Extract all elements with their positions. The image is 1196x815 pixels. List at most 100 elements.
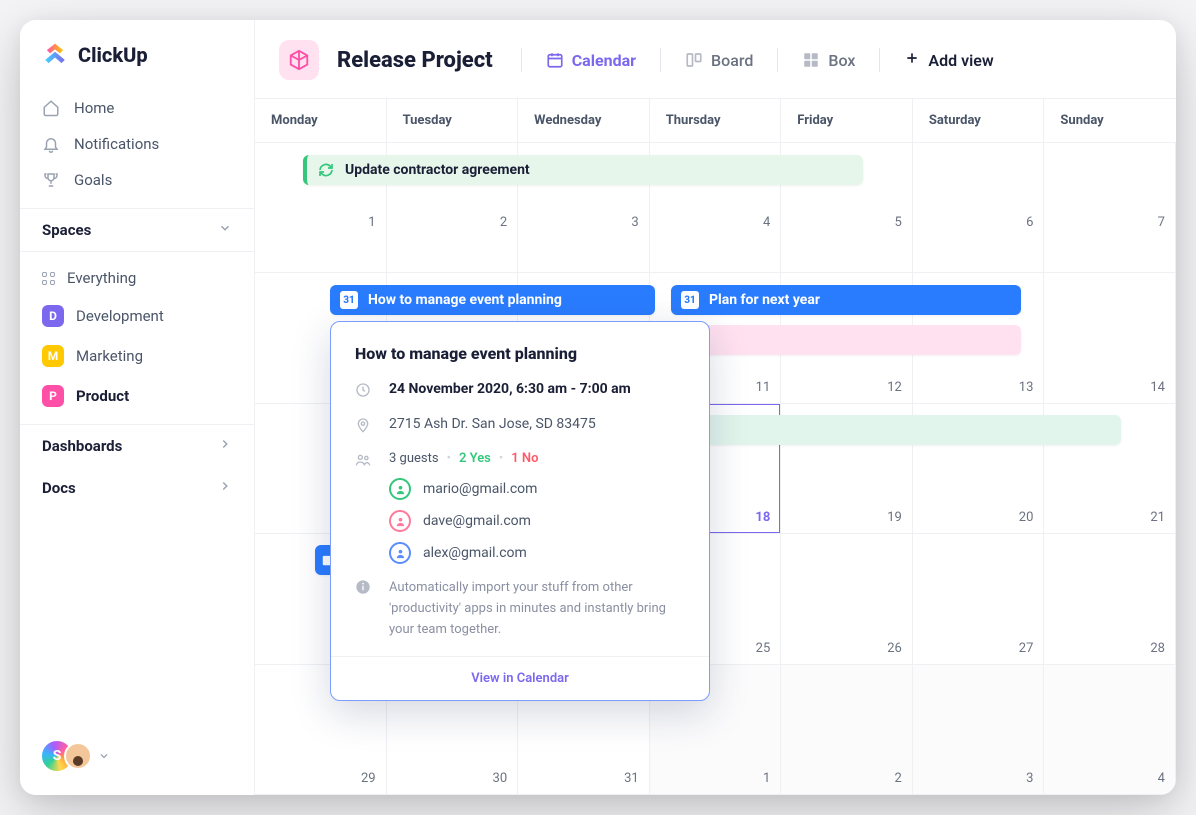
- day-number: 7: [1158, 215, 1165, 230]
- space-label: Development: [76, 307, 164, 325]
- space-label: Product: [76, 387, 129, 405]
- view-tab-label: Calendar: [572, 51, 636, 70]
- guest-email: alex@gmail.com: [423, 545, 527, 561]
- space-label: Marketing: [76, 347, 143, 365]
- guest-item[interactable]: mario@gmail.com: [389, 478, 685, 500]
- guest-email: mario@gmail.com: [423, 481, 537, 497]
- calendar-cell[interactable]: 7: [1044, 143, 1176, 273]
- guest-item[interactable]: alex@gmail.com: [389, 542, 685, 564]
- day-number: 28: [1150, 641, 1165, 656]
- day-number: 1: [763, 771, 770, 786]
- event-bar-pink[interactable]: [671, 325, 1021, 355]
- event-bar-event-planning[interactable]: 31 How to manage event planning: [330, 285, 655, 315]
- day-number: 18: [755, 510, 770, 525]
- guest-item[interactable]: dave@gmail.com: [389, 510, 685, 532]
- space-development[interactable]: D Development: [30, 296, 244, 336]
- avatar-icon: [389, 542, 411, 564]
- space-badge: D: [42, 305, 64, 327]
- nav-label: Goals: [74, 171, 112, 189]
- day-number: 26: [887, 641, 902, 656]
- event-title: Plan for next year: [709, 292, 820, 308]
- day-number: 14: [1150, 380, 1165, 395]
- calendar-cell[interactable]: 14: [1044, 273, 1176, 403]
- day-number: 29: [361, 771, 376, 786]
- dayname: Thursday: [650, 99, 782, 142]
- space-product[interactable]: P Product: [30, 376, 244, 416]
- event-bar-plan-next-year[interactable]: 31 Plan for next year: [671, 285, 1021, 315]
- calendar-cell[interactable]: 4: [1044, 665, 1176, 795]
- dayname: Wednesday: [518, 99, 650, 142]
- topbar: Release Project Calendar Board B: [255, 20, 1176, 98]
- day-number: 30: [493, 771, 508, 786]
- day-number: 21: [1150, 510, 1165, 525]
- space-everything[interactable]: Everything: [30, 260, 244, 296]
- day-number: 12: [887, 380, 902, 395]
- day-number: 31: [624, 771, 639, 786]
- view-tab-board[interactable]: Board: [679, 51, 759, 70]
- calendar-cell[interactable]: 2: [781, 665, 913, 795]
- dashboards-header[interactable]: Dashboards: [20, 424, 254, 467]
- view-tab-calendar[interactable]: Calendar: [540, 51, 642, 70]
- day-number: 4: [763, 215, 770, 230]
- day-number: 5: [895, 215, 902, 230]
- space-marketing[interactable]: M Marketing: [30, 336, 244, 376]
- dayname: Monday: [255, 99, 387, 142]
- docs-label: Docs: [42, 479, 76, 497]
- event-bar-update-contractor[interactable]: Update contractor agreement: [303, 155, 863, 185]
- board-icon: [685, 51, 703, 69]
- calendar-icon: [546, 51, 564, 69]
- spaces-header-label: Spaces: [42, 221, 91, 239]
- calendar-cell[interactable]: 6: [913, 143, 1045, 273]
- dayname: Tuesday: [387, 99, 519, 142]
- app-window: ClickUp Home Notifications Goals: [20, 20, 1176, 795]
- guests-meta: 3 guests • 2 Yes • 1 No: [389, 451, 538, 466]
- popover-location-row: 2715 Ash Dr. San Jose, SD 83475: [355, 416, 685, 437]
- view-tab-label: Box: [828, 51, 855, 70]
- brand-name: ClickUp: [78, 43, 148, 67]
- calendar-date-icon: 31: [340, 291, 358, 309]
- avatar-icon: [389, 510, 411, 532]
- bell-icon: [42, 135, 60, 153]
- dashboards-label: Dashboards: [42, 437, 122, 455]
- calendar-cell[interactable]: 27: [913, 534, 1045, 664]
- chevron-right-icon: [218, 479, 232, 497]
- main-panel: Release Project Calendar Board B: [255, 20, 1176, 795]
- logo[interactable]: ClickUp: [20, 20, 254, 86]
- calendar-cell[interactable]: 28: [1044, 534, 1176, 664]
- calendar-date-icon: 31: [681, 291, 699, 309]
- popover-guests-row: 3 guests • 2 Yes • 1 No: [355, 451, 685, 472]
- day-number: 6: [1026, 215, 1033, 230]
- nav-home[interactable]: Home: [30, 90, 244, 126]
- add-view-button[interactable]: Add view: [904, 50, 993, 70]
- nav-label: Home: [74, 99, 114, 117]
- day-number: 2: [895, 771, 902, 786]
- guests-no: 1 No: [511, 451, 538, 466]
- space-label: Everything: [67, 269, 136, 287]
- home-icon: [42, 99, 60, 117]
- docs-header[interactable]: Docs: [20, 467, 254, 509]
- chevron-right-icon: [218, 437, 232, 455]
- calendar-header: Monday Tuesday Wednesday Thursday Friday…: [255, 98, 1176, 143]
- calendar-cell[interactable]: 26: [781, 534, 913, 664]
- calendar-grid[interactable]: 1234567891011121314151617181920212223242…: [255, 143, 1176, 795]
- spaces-header[interactable]: Spaces: [20, 208, 254, 252]
- view-tab-label: Board: [711, 51, 753, 70]
- view-tab-box[interactable]: Box: [796, 51, 861, 70]
- popover-description: Automatically import your stuff from oth…: [389, 578, 685, 640]
- user-avatars[interactable]: S: [40, 739, 92, 773]
- chevron-down-icon[interactable]: [98, 747, 110, 766]
- day-number: 25: [756, 641, 771, 656]
- popover-info-row: Automatically import your stuff from oth…: [355, 578, 685, 640]
- nav-notifications[interactable]: Notifications: [30, 126, 244, 162]
- sidebar-nav: Home Notifications Goals: [20, 86, 254, 208]
- divider: [777, 48, 778, 72]
- calendar-cell[interactable]: 3: [913, 665, 1045, 795]
- view-in-calendar-link[interactable]: View in Calendar: [331, 656, 709, 700]
- day-number: 19: [887, 510, 902, 525]
- event-bar-mint[interactable]: [671, 415, 1121, 445]
- popover-title: How to manage event planning: [355, 344, 685, 363]
- divider: [521, 48, 522, 72]
- nav-goals[interactable]: Goals: [30, 162, 244, 198]
- sidebar: ClickUp Home Notifications Goals: [20, 20, 255, 795]
- avatar-icon: [389, 478, 411, 500]
